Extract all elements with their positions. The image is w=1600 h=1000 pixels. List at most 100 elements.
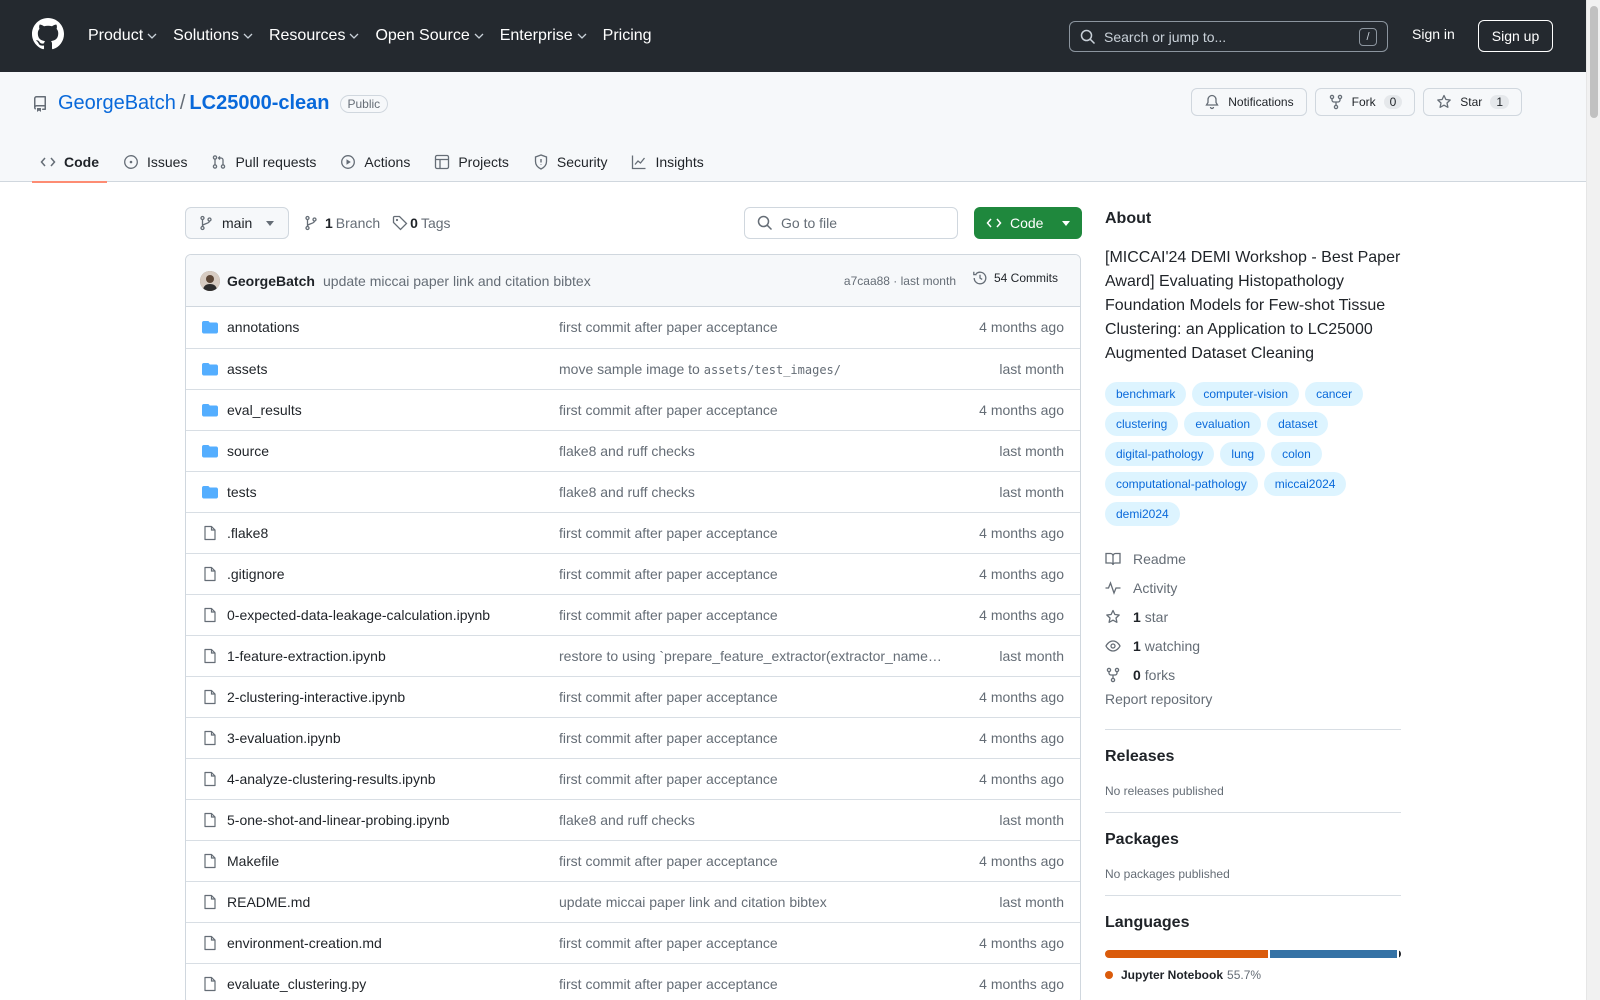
file-row[interactable]: 4-analyze-clustering-results.ipynb first … — [186, 758, 1080, 799]
activity-link[interactable]: Activity — [1105, 573, 1401, 602]
file-commit-message[interactable]: update miccai paper link and citation bi… — [559, 894, 949, 910]
fork-button[interactable]: Fork 0 — [1314, 88, 1416, 116]
file-name-link[interactable]: eval_results — [227, 402, 302, 418]
file-row[interactable]: README.md update miccai paper link and ci… — [186, 881, 1080, 922]
folder-row[interactable]: tests flake8 and ruff checks last month — [186, 471, 1080, 512]
topic-tag[interactable]: lung — [1220, 442, 1266, 466]
file-name-link[interactable]: 3-evaluation.ipynb — [227, 730, 341, 746]
code-dropdown-button[interactable]: Code — [974, 207, 1082, 239]
file-row[interactable]: 0-expected-data-leakage-calculation.ipyn… — [186, 594, 1080, 635]
commit-message-link[interactable]: update miccai paper link and citation bi… — [323, 273, 591, 289]
avatar[interactable] — [200, 271, 220, 291]
go-to-file-input[interactable]: Go to file — [744, 207, 958, 239]
readme-link[interactable]: Readme — [1105, 544, 1401, 573]
topic-tag[interactable]: colon — [1271, 442, 1322, 466]
file-row[interactable]: environment-creation.md first commit afte… — [186, 922, 1080, 963]
file-row[interactable]: 5-one-shot-and-linear-probing.ipynb flake… — [186, 799, 1080, 840]
repo-name-link[interactable]: LC25000-clean — [189, 92, 329, 115]
file-name-link[interactable]: tests — [227, 484, 257, 500]
topic-tag[interactable]: evaluation — [1184, 412, 1262, 436]
nav-open-source[interactable]: Open Source — [375, 27, 484, 45]
file-commit-message[interactable]: first commit after paper acceptance — [559, 525, 949, 541]
file-name-link[interactable]: 0-expected-data-leakage-calculation.ipyn… — [227, 607, 490, 623]
file-name-link[interactable]: README.md — [227, 894, 310, 910]
file-row[interactable]: 1-feature-extraction.ipynb restore to usi… — [186, 635, 1080, 676]
tab-issues[interactable]: Issues — [115, 142, 195, 182]
folder-row[interactable]: annotations first commit after paper acce… — [186, 307, 1080, 348]
file-name-link[interactable]: .gitignore — [227, 566, 285, 582]
scrollbar-thumb[interactable] — [1590, 6, 1598, 118]
topic-tag[interactable]: digital-pathology — [1105, 442, 1215, 466]
topic-tag[interactable]: demi2024 — [1105, 502, 1180, 526]
github-logo-icon[interactable] — [32, 18, 64, 50]
file-name-link[interactable]: .flake8 — [227, 525, 268, 541]
file-row[interactable]: 2-clustering-interactive.ipynb first comm… — [186, 676, 1080, 717]
file-commit-message[interactable]: first commit after paper acceptance — [559, 853, 949, 869]
sign-in-link[interactable]: Sign in — [1412, 26, 1455, 42]
topic-tag[interactable]: dataset — [1267, 412, 1329, 436]
file-name-link[interactable]: assets — [227, 361, 267, 377]
file-commit-message[interactable]: first commit after paper acceptance — [559, 319, 949, 335]
folder-row[interactable]: source flake8 and ruff checks last month — [186, 430, 1080, 471]
file-commit-message[interactable]: first commit after paper acceptance — [559, 771, 949, 787]
packages-heading[interactable]: Packages — [1105, 831, 1401, 849]
file-commit-message[interactable]: first commit after paper acceptance — [559, 402, 949, 418]
nav-pricing[interactable]: Pricing — [603, 27, 652, 45]
notifications-button[interactable]: Notifications — [1191, 88, 1307, 116]
tab-actions[interactable]: Actions — [332, 142, 418, 182]
tab-insights[interactable]: Insights — [623, 142, 711, 182]
tab-projects[interactable]: Projects — [426, 142, 517, 182]
language-item[interactable]: Jupyter Notebook 55.7% — [1105, 968, 1401, 982]
commits-link[interactable]: 54 Commits — [972, 270, 1058, 286]
topic-tag[interactable]: computer-vision — [1192, 382, 1300, 406]
file-commit-message[interactable]: first commit after paper acceptance — [559, 607, 949, 623]
tab-security[interactable]: Security — [525, 142, 616, 182]
releases-heading[interactable]: Releases — [1105, 748, 1401, 766]
file-row[interactable]: .flake8 first commit after paper acceptan… — [186, 512, 1080, 553]
file-name-link[interactable]: annotations — [227, 319, 299, 335]
search-input[interactable]: Search or jump to... / — [1069, 21, 1388, 52]
tab-pull-requests[interactable]: Pull requests — [203, 142, 324, 182]
topic-tag[interactable]: miccai2024 — [1263, 472, 1347, 496]
repo-owner-link[interactable]: GeorgeBatch — [58, 92, 176, 115]
nav-resources[interactable]: Resources — [269, 27, 359, 45]
commit-hash-time[interactable]: a7caa88 · last month — [844, 274, 956, 288]
star-button[interactable]: Star 1 — [1423, 88, 1522, 116]
file-name-link[interactable]: evaluate_clustering.py — [227, 976, 366, 992]
tab-code[interactable]: Code — [32, 142, 107, 183]
file-commit-message[interactable]: restore to using `prepare_feature_extrac… — [559, 648, 949, 664]
file-row[interactable]: 3-evaluation.ipynb first commit after pap… — [186, 717, 1080, 758]
nav-solutions[interactable]: Solutions — [173, 27, 253, 45]
file-commit-message[interactable]: first commit after paper acceptance — [559, 976, 949, 992]
file-commit-message[interactable]: move sample image to assets/test_images/ — [559, 361, 949, 377]
file-commit-message[interactable]: first commit after paper acceptance — [559, 689, 949, 705]
report-repository-link[interactable]: Report repository — [1105, 691, 1401, 715]
topic-tag[interactable]: clustering — [1105, 412, 1179, 436]
file-commit-message[interactable]: flake8 and ruff checks — [559, 484, 949, 500]
file-name-link[interactable]: 5-one-shot-and-linear-probing.ipynb — [227, 812, 450, 828]
file-commit-message[interactable]: first commit after paper acceptance — [559, 566, 949, 582]
file-name-link[interactable]: 1-feature-extraction.ipynb — [227, 648, 386, 664]
forks-link[interactable]: 0 forks — [1105, 660, 1401, 689]
file-name-link[interactable]: 4-analyze-clustering-results.ipynb — [227, 771, 436, 787]
file-row[interactable]: .gitignore first commit after paper accep… — [186, 553, 1080, 594]
stars-link[interactable]: 1 star — [1105, 602, 1401, 631]
file-name-link[interactable]: Makefile — [227, 853, 279, 869]
topic-tag[interactable]: computational-pathology — [1105, 472, 1258, 496]
topic-tag[interactable]: benchmark — [1105, 382, 1187, 406]
tags-link[interactable]: Tags — [421, 215, 451, 231]
file-commit-message[interactable]: first commit after paper acceptance — [559, 730, 949, 746]
file-name-link[interactable]: 2-clustering-interactive.ipynb — [227, 689, 405, 705]
folder-row[interactable]: assets move sample image to assets/test_i… — [186, 348, 1080, 389]
nav-product[interactable]: Product — [88, 27, 157, 45]
file-commit-message[interactable]: flake8 and ruff checks — [559, 812, 949, 828]
nav-enterprise[interactable]: Enterprise — [500, 27, 587, 45]
folder-row[interactable]: eval_results first commit after paper acc… — [186, 389, 1080, 430]
file-name-link[interactable]: source — [227, 443, 269, 459]
commit-author-link[interactable]: GeorgeBatch — [227, 273, 315, 289]
watchers-link[interactable]: 1 watching — [1105, 631, 1401, 660]
file-row[interactable]: evaluate_clustering.py first commit after… — [186, 963, 1080, 1000]
file-row[interactable]: Makefile first commit after paper accepta… — [186, 840, 1080, 881]
topic-tag[interactable]: cancer — [1305, 382, 1364, 406]
branch-link[interactable]: Branch — [336, 215, 380, 231]
